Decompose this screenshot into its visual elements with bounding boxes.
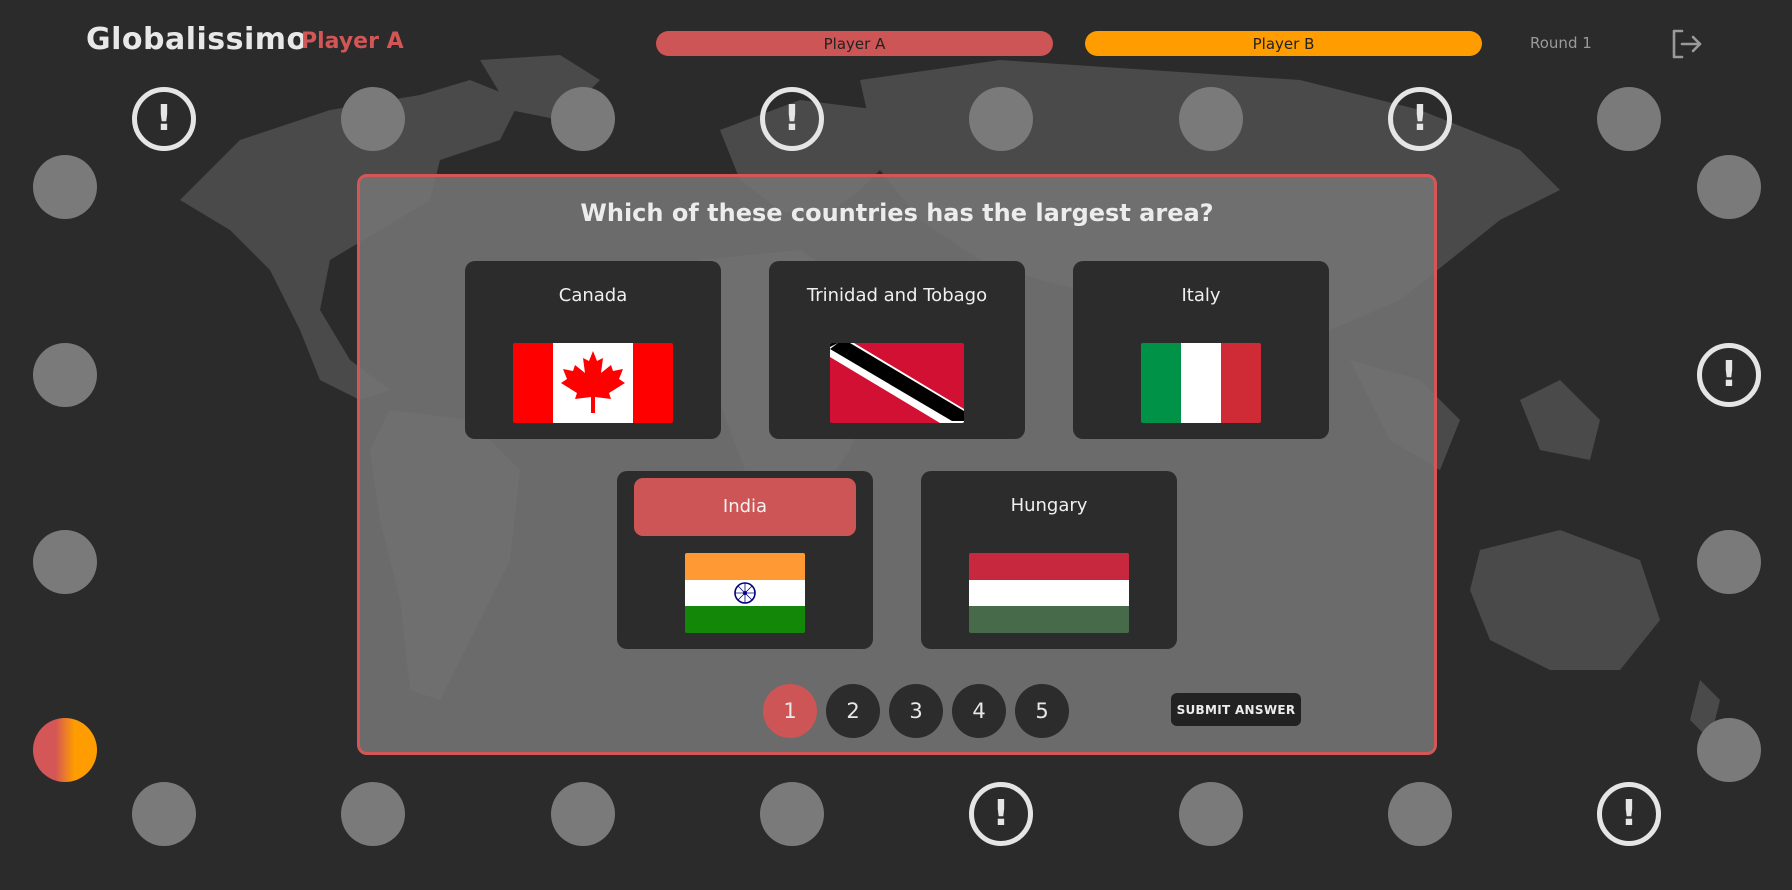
question-pagination: 1 2 3 4 5 <box>763 684 1069 738</box>
page-button-2[interactable]: 2 <box>826 684 880 738</box>
answer-option-label: Canada <box>558 285 628 306</box>
board-space[interactable] <box>1179 87 1243 151</box>
answer-option-label: Hungary <box>1010 495 1088 516</box>
submit-answer-button[interactable]: SUBMIT ANSWER <box>1171 693 1301 726</box>
page-button-5[interactable]: 5 <box>1015 684 1069 738</box>
answer-option-hungary[interactable]: Hungary <box>921 471 1177 649</box>
page-button-4[interactable]: 4 <box>952 684 1006 738</box>
board-space[interactable] <box>33 343 97 407</box>
hungary-flag <box>969 553 1129 633</box>
board-space[interactable] <box>341 782 405 846</box>
board-space-alert[interactable]: ! <box>1697 343 1761 407</box>
board-space[interactable] <box>551 87 615 151</box>
answer-option-italy[interactable]: Italy <box>1073 261 1329 439</box>
question-panel: Which of these countries has the largest… <box>357 174 1437 755</box>
board-space[interactable] <box>1697 155 1761 219</box>
board-space[interactable] <box>760 782 824 846</box>
exclamation-icon: ! <box>1720 354 1738 395</box>
player-a-score-bar: Player A <box>656 31 1053 56</box>
board-space-alert[interactable]: ! <box>760 87 824 151</box>
answer-option-label: India <box>634 478 856 536</box>
board-space[interactable] <box>33 155 97 219</box>
india-flag <box>685 553 805 633</box>
board-space-alert[interactable]: ! <box>1388 87 1452 151</box>
exclamation-icon: ! <box>992 793 1010 834</box>
answer-option-label: Italy <box>1181 285 1221 306</box>
board-space-alert[interactable]: ! <box>969 782 1033 846</box>
logout-icon[interactable] <box>1668 26 1704 62</box>
board-space[interactable] <box>1597 87 1661 151</box>
current-player-label: Player A <box>301 29 404 54</box>
board-space[interactable] <box>33 530 97 594</box>
answer-option-canada[interactable]: Canada <box>465 261 721 439</box>
trinidad-and-tobago-flag <box>830 343 964 423</box>
app-title: Globalissimo <box>86 22 308 57</box>
page-button-1[interactable]: 1 <box>763 684 817 738</box>
exclamation-icon: ! <box>783 98 801 139</box>
exclamation-icon: ! <box>1411 98 1429 139</box>
board-space[interactable] <box>1697 530 1761 594</box>
answer-option-india-selected[interactable]: India <box>617 471 873 649</box>
player-b-score-bar: Player B <box>1085 31 1482 56</box>
board-space-alert[interactable]: ! <box>132 87 196 151</box>
board-space[interactable] <box>969 87 1033 151</box>
board-space[interactable] <box>1179 782 1243 846</box>
canada-flag <box>513 343 673 423</box>
board-space-alert[interactable]: ! <box>1597 782 1661 846</box>
board-space[interactable] <box>132 782 196 846</box>
exclamation-icon: ! <box>1620 793 1638 834</box>
board-space[interactable] <box>551 782 615 846</box>
page-button-3[interactable]: 3 <box>889 684 943 738</box>
board-space[interactable] <box>1388 782 1452 846</box>
question-text: Which of these countries has the largest… <box>580 199 1214 227</box>
board-space[interactable] <box>1697 718 1761 782</box>
board-space[interactable] <box>341 87 405 151</box>
answer-option-label: Trinidad and Tobago <box>806 285 988 306</box>
round-indicator: Round 1 <box>1530 34 1592 52</box>
answer-option-trinidad-and-tobago[interactable]: Trinidad and Tobago <box>769 261 1025 439</box>
board-space-current-position[interactable] <box>33 718 97 782</box>
exclamation-icon: ! <box>155 98 173 139</box>
italy-flag <box>1141 343 1261 423</box>
